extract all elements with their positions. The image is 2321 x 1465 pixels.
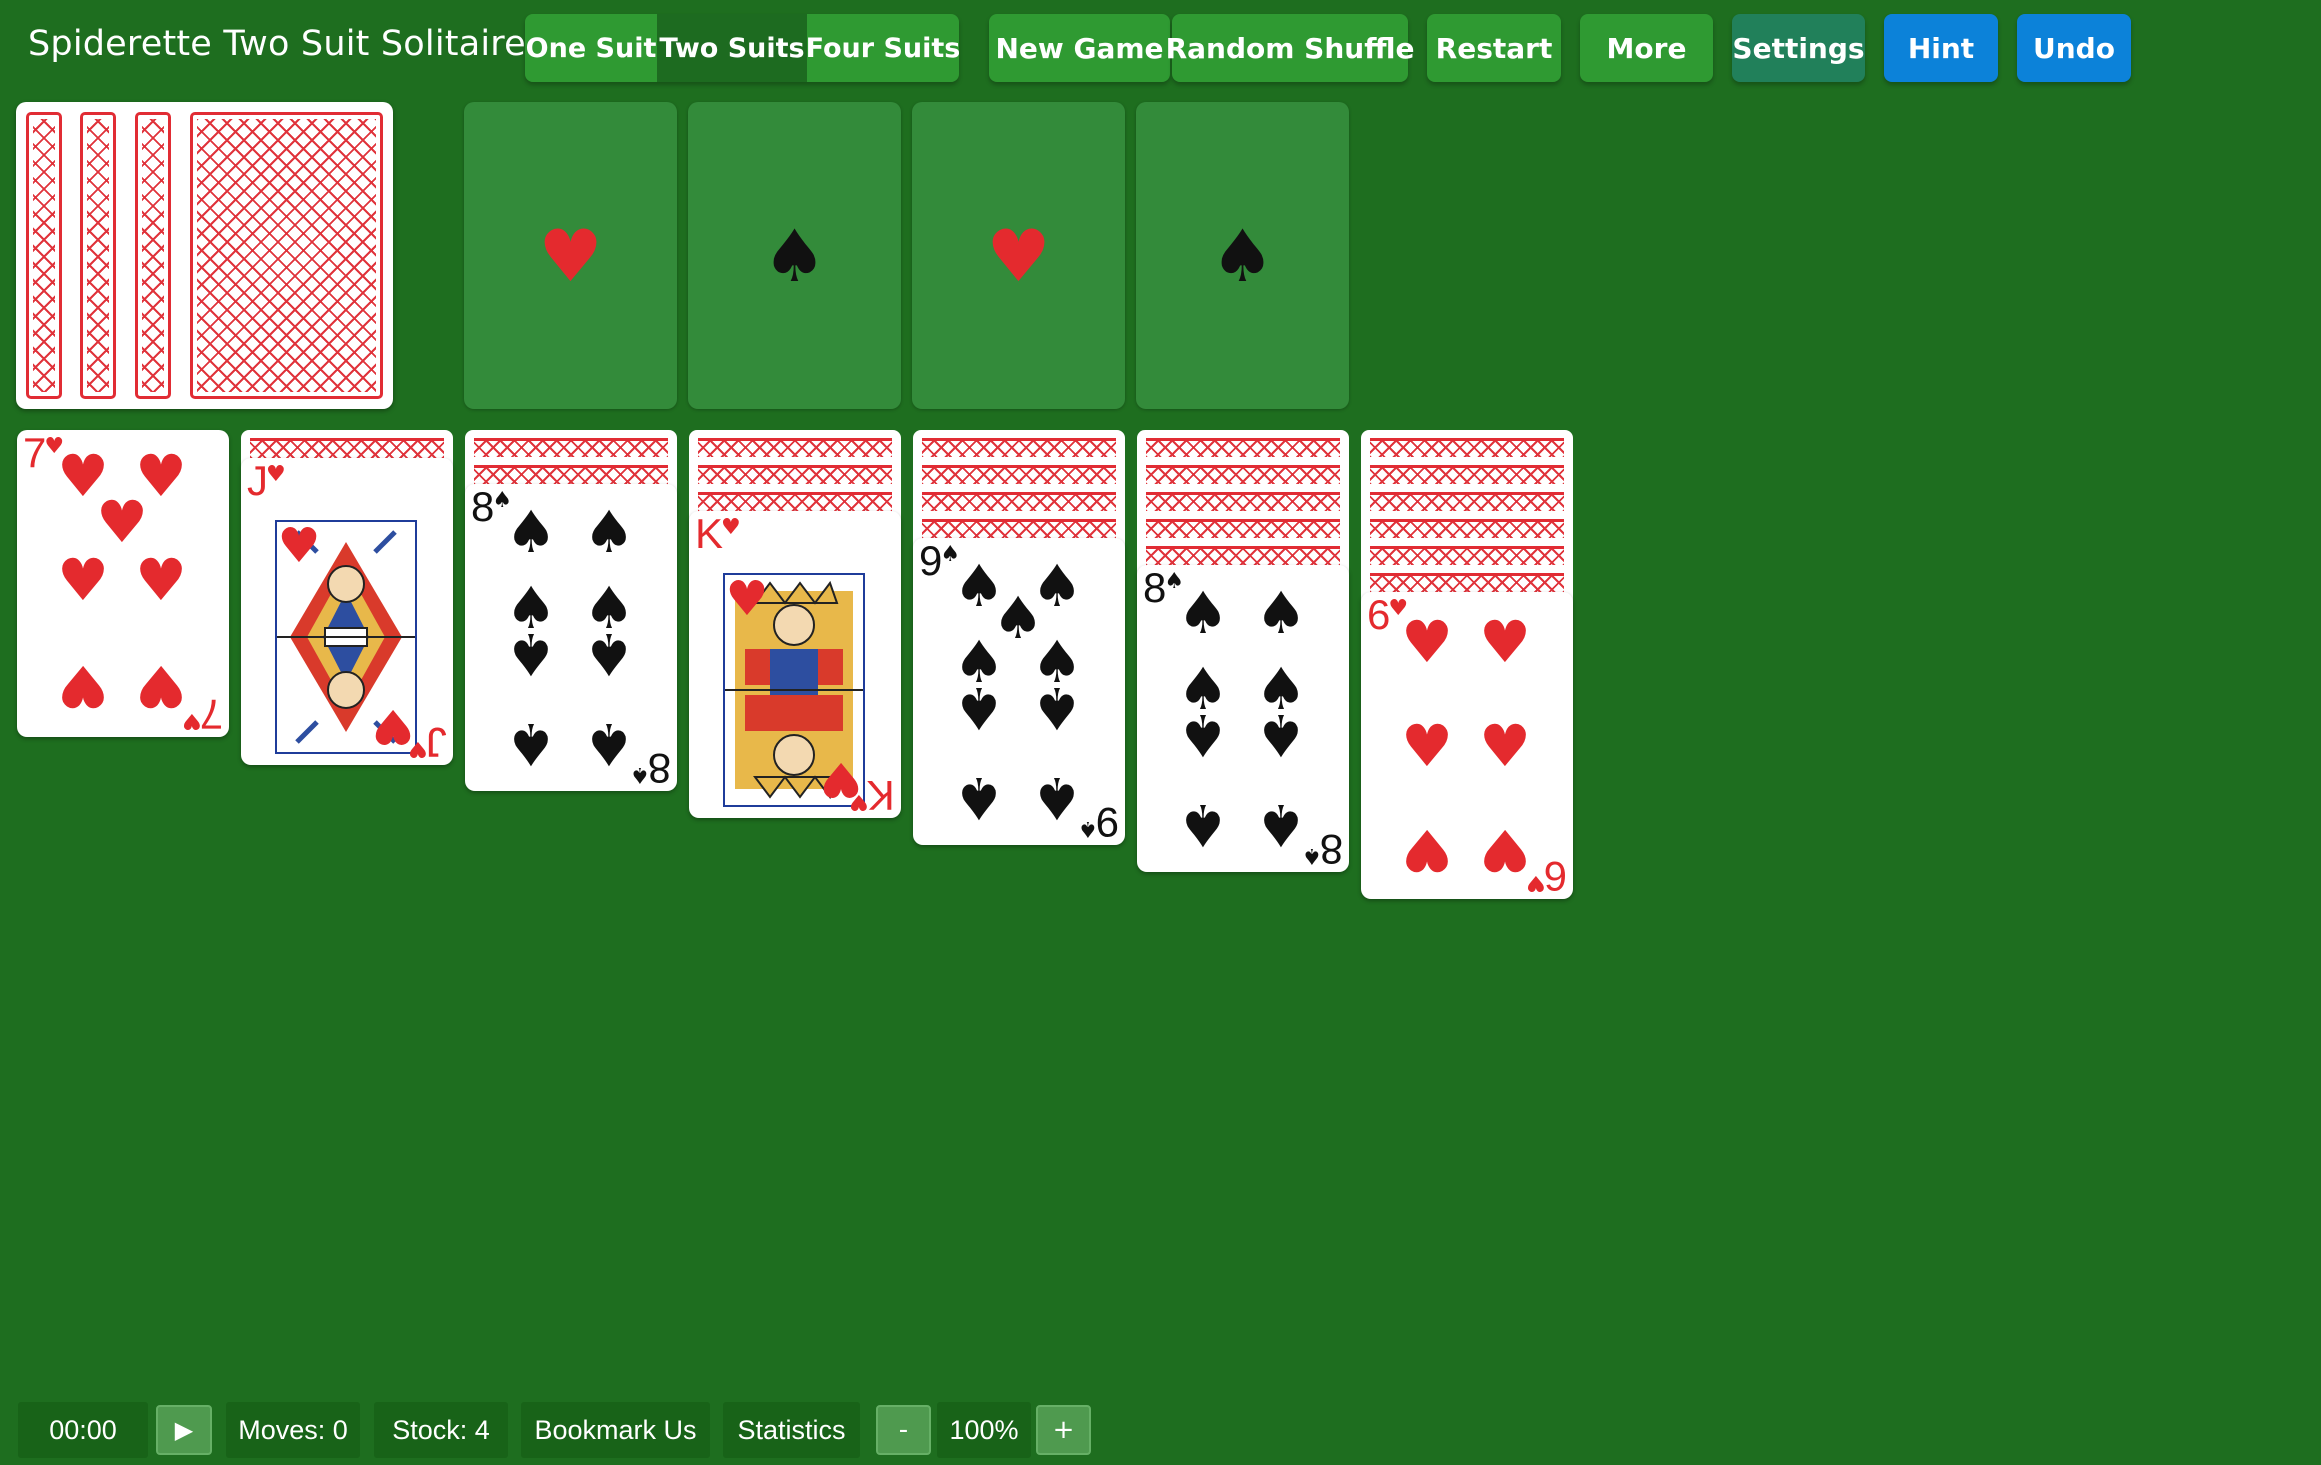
spade-icon: ♠ xyxy=(505,498,557,566)
spade-icon: ♠ xyxy=(1177,701,1229,769)
one-suit-button[interactable]: One Suit xyxy=(525,14,657,82)
card-king-hearts[interactable]: K♥ ♥ ♥ K♥ xyxy=(689,511,901,818)
suit-selector: One Suit Two Suits Four Suits xyxy=(525,14,959,82)
heart-icon: ♥ xyxy=(1401,816,1453,884)
spade-icon: ♠ xyxy=(1031,674,1083,742)
stock-card-back xyxy=(26,112,62,399)
card-index: 8♠ xyxy=(631,745,671,791)
zoom-out-button[interactable]: - xyxy=(876,1405,931,1455)
zoom-level: 100% xyxy=(937,1402,1031,1458)
heart-icon: ♥ xyxy=(135,546,187,614)
random-shuffle-button[interactable]: Random Shuffle xyxy=(1166,14,1414,82)
stock-card-back xyxy=(80,112,116,399)
two-suits-button[interactable]: Two Suits xyxy=(657,14,807,82)
spade-icon: ♠ xyxy=(1031,764,1083,832)
spade-icon: ♠ xyxy=(583,498,635,566)
card-8-spades[interactable]: 8♠ ♠ ♠ ♠ ♠ ♠ ♠ ♠ ♠ 8♠ xyxy=(465,484,677,791)
heart-icon: ♥ xyxy=(135,652,187,720)
spade-icon: ♠ xyxy=(1255,701,1307,769)
card-index: K♥ xyxy=(851,772,895,818)
timer-display: 00:00 xyxy=(18,1402,148,1458)
spade-icon: ♠ xyxy=(505,620,557,688)
card-8-spades[interactable]: 8♠ ♠ ♠ ♠ ♠ ♠ ♠ ♠ ♠ 8♠ xyxy=(1137,565,1349,872)
heart-icon: ♥ xyxy=(57,652,109,720)
spade-icon: ♠ xyxy=(1255,579,1307,647)
spade-icon: ♠ xyxy=(583,620,635,688)
four-suits-button[interactable]: Four Suits xyxy=(806,14,959,82)
foundation-slot[interactable]: ♥ xyxy=(912,102,1125,409)
card-index: J♥ xyxy=(247,458,286,504)
heart-icon: ♥ xyxy=(986,213,1051,298)
card-jack-hearts[interactable]: J♥ ♥ ♥ J♥ xyxy=(241,458,453,765)
foundation-slot[interactable]: ♥ xyxy=(464,102,677,409)
stock-counter: Stock: 4 xyxy=(374,1402,508,1458)
card-6-hearts[interactable]: 6♥ ♥ ♥ ♥ ♥ ♥ ♥ 6♥ xyxy=(1361,592,1573,899)
play-button[interactable]: ▶ xyxy=(156,1405,212,1455)
undo-button[interactable]: Undo xyxy=(2017,14,2131,82)
card-9-spades[interactable]: 9♠ ♠ ♠ ♠ ♠ ♠ ♠ ♠ ♠ ♠ 9♠ xyxy=(913,538,1125,845)
card-index: 9♠ xyxy=(1079,799,1119,845)
heart-icon: ♥ xyxy=(1401,608,1453,676)
app-title: Spiderette Two Suit Solitaire xyxy=(28,24,526,64)
spade-icon: ♠ xyxy=(1177,579,1229,647)
heart-icon: ♥ xyxy=(1401,712,1453,780)
restart-button[interactable]: Restart xyxy=(1427,14,1561,82)
card-index: J♥ xyxy=(410,719,447,765)
heart-icon: ♥ xyxy=(1479,712,1531,780)
foundation-slot[interactable]: ♠ xyxy=(688,102,901,409)
stock-card-back xyxy=(135,112,171,399)
spade-icon: ♠ xyxy=(583,710,635,778)
card-index: 6♥ xyxy=(1527,853,1567,899)
spade-icon: ♠ xyxy=(1210,213,1275,298)
zoom-in-button[interactable]: + xyxy=(1036,1405,1091,1455)
moves-counter: Moves: 0 xyxy=(226,1402,360,1458)
spade-icon: ♠ xyxy=(1177,791,1229,859)
play-icon: ▶ xyxy=(174,1416,194,1444)
heart-icon: ♥ xyxy=(371,698,415,754)
settings-button[interactable]: Settings xyxy=(1732,14,1865,82)
heart-icon: ♥ xyxy=(538,213,603,298)
bookmark-button[interactable]: Bookmark Us xyxy=(521,1402,710,1458)
heart-icon: ♥ xyxy=(277,518,321,574)
card-index: 8♠ xyxy=(1303,826,1343,872)
spade-icon: ♠ xyxy=(1255,791,1307,859)
heart-icon: ♥ xyxy=(57,546,109,614)
heart-icon: ♥ xyxy=(1479,816,1531,884)
heart-icon: ♥ xyxy=(1479,608,1531,676)
new-game-button[interactable]: New Game xyxy=(989,14,1170,82)
spade-icon: ♠ xyxy=(953,674,1005,742)
hint-button[interactable]: Hint xyxy=(1884,14,1998,82)
foundation-slot[interactable]: ♠ xyxy=(1136,102,1349,409)
stock-card-back xyxy=(190,112,383,399)
spade-icon: ♠ xyxy=(953,764,1005,832)
heart-icon: ♥ xyxy=(96,488,148,556)
spade-icon: ♠ xyxy=(505,710,557,778)
card-index: 7♥ xyxy=(183,691,223,737)
spade-icon: ♠ xyxy=(762,213,827,298)
statistics-button[interactable]: Statistics xyxy=(723,1402,860,1458)
card-index: K♥ xyxy=(695,511,741,557)
more-button[interactable]: More xyxy=(1580,14,1713,82)
heart-icon: ♥ xyxy=(725,571,769,627)
card-7-hearts[interactable]: 7♥ ♥ ♥ ♥ ♥ ♥ ♥ ♥ 7♥ xyxy=(17,430,229,737)
stock-pile[interactable] xyxy=(16,102,393,409)
